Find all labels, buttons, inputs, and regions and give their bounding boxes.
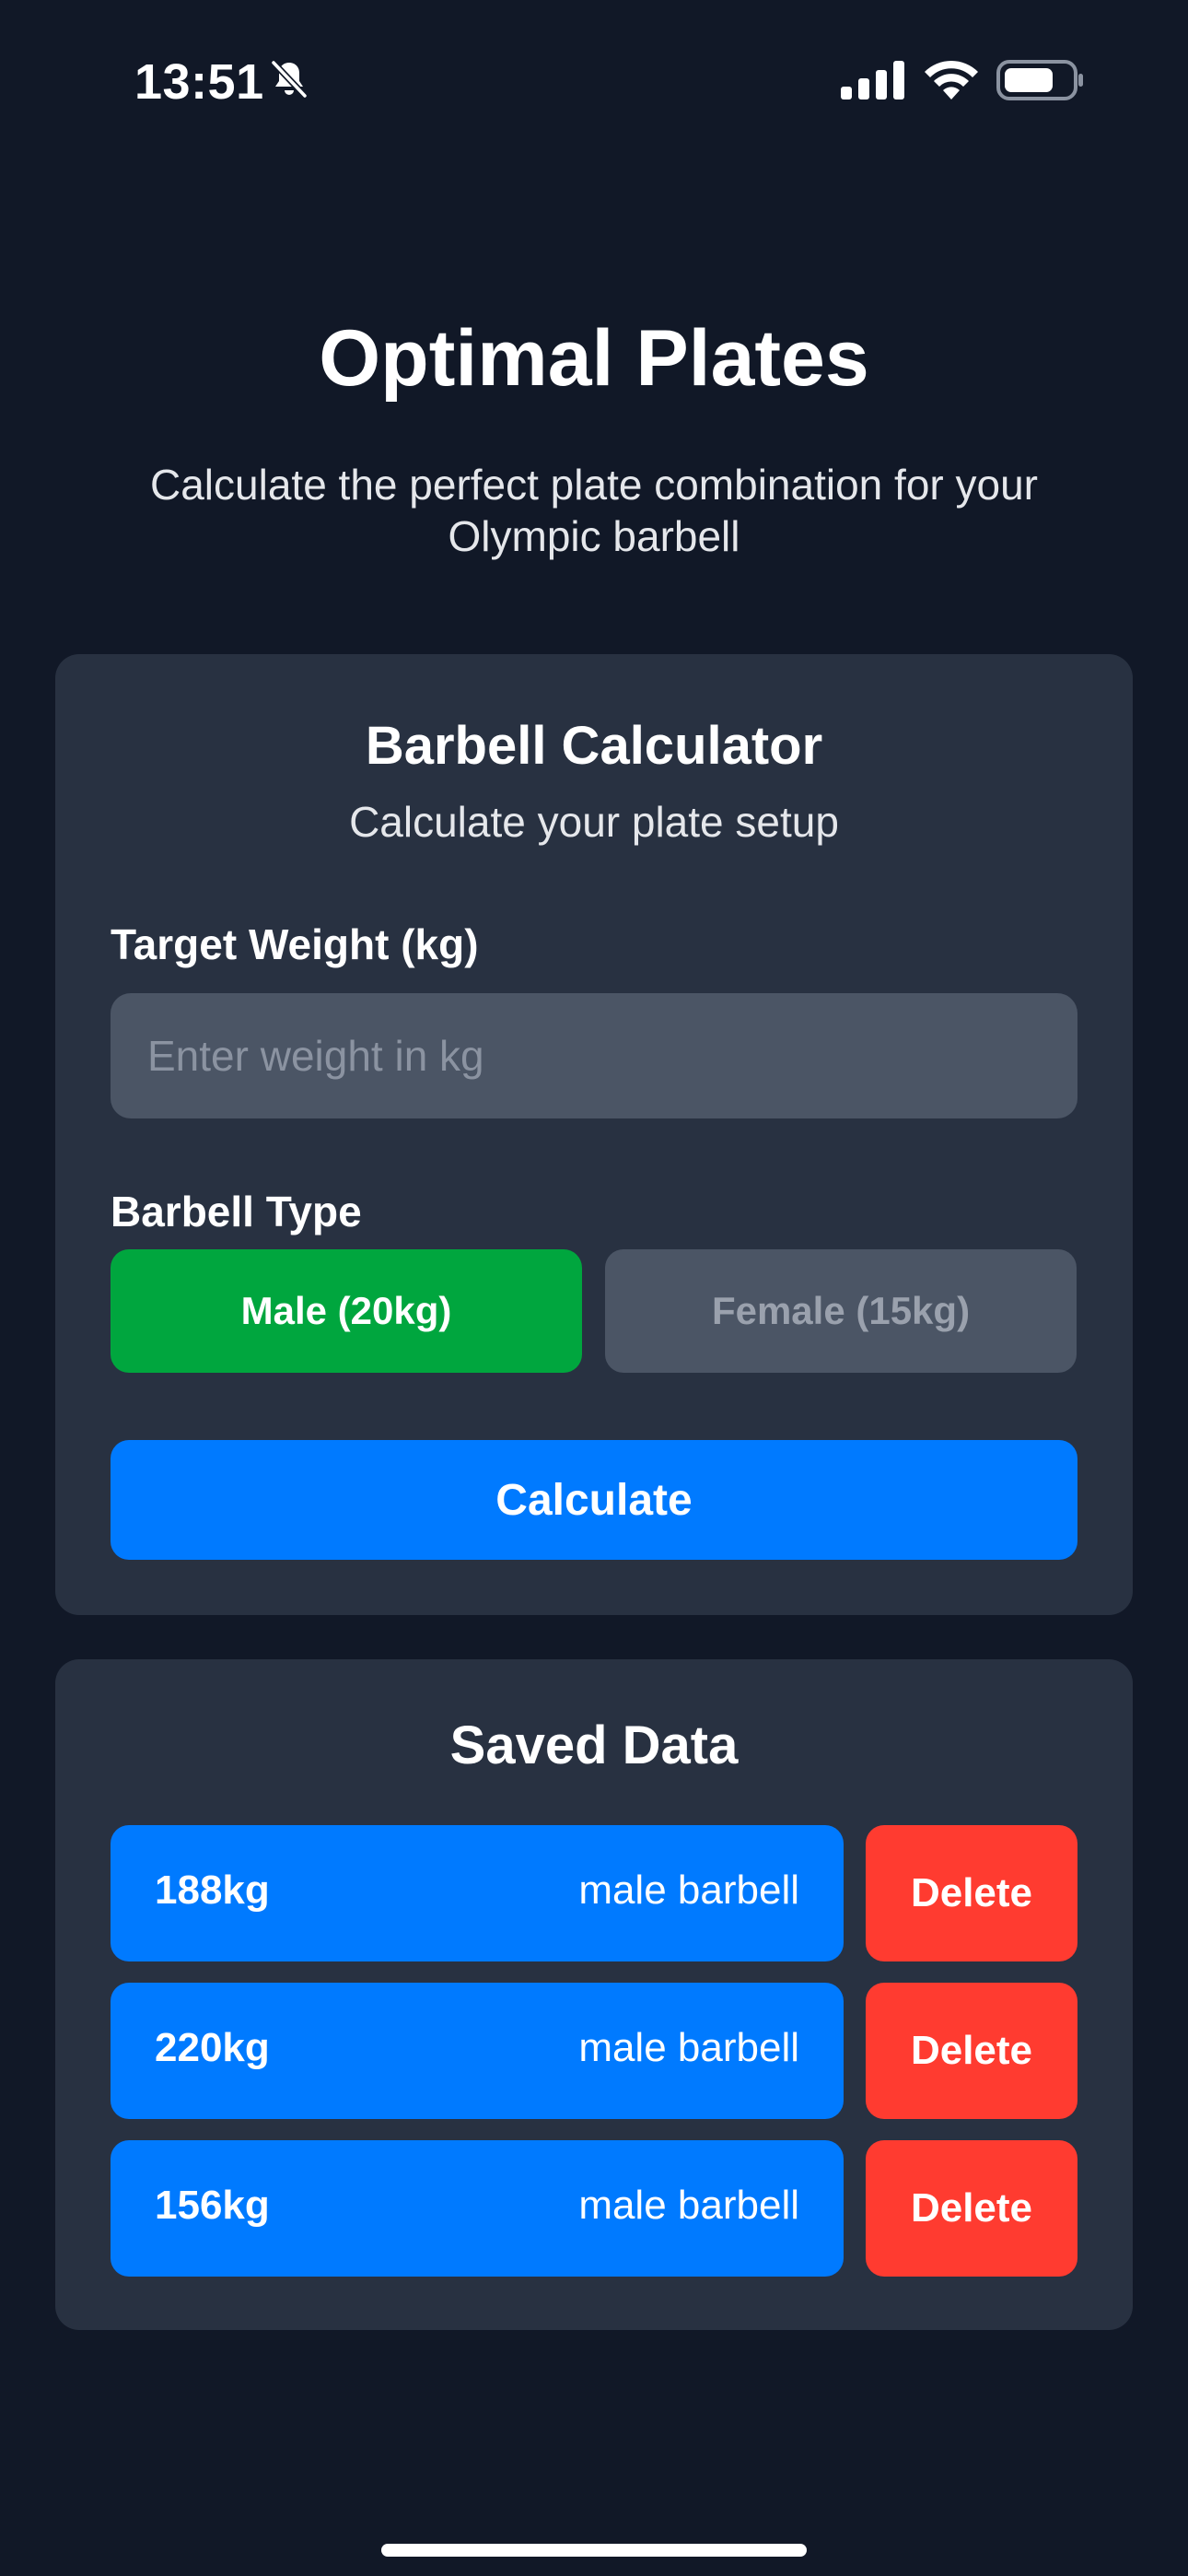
status-time: 13:51 xyxy=(134,54,264,110)
delete-button[interactable]: Delete xyxy=(866,1825,1077,1961)
saved-barbell-type: male barbell xyxy=(578,2183,799,2228)
barbell-type-label: Barbell Type xyxy=(111,1188,362,1235)
saved-data-card: Saved Data 188kg male barbell Delete 220… xyxy=(55,1659,1133,2330)
saved-row: 156kg male barbell Delete xyxy=(111,2140,1077,2277)
target-weight-input[interactable] xyxy=(111,993,1077,1118)
saved-item[interactable]: 220kg male barbell xyxy=(111,1983,844,2119)
delete-button[interactable]: Delete xyxy=(866,1983,1077,2119)
saved-data-title: Saved Data xyxy=(449,1715,739,1775)
home-indicator[interactable] xyxy=(381,2544,807,2557)
wifi-icon xyxy=(925,60,978,100)
male-barbell-option[interactable]: Male (20kg) xyxy=(111,1249,582,1373)
bell-slash-icon xyxy=(271,60,308,99)
female-barbell-option[interactable]: Female (15kg) xyxy=(605,1249,1077,1373)
saved-barbell-type: male barbell xyxy=(578,1868,799,1913)
calculate-button[interactable]: Calculate xyxy=(111,1440,1077,1560)
saved-weight: 188kg xyxy=(155,1868,270,1913)
calculator-subtitle: Calculate your plate setup xyxy=(349,798,839,846)
saved-row: 188kg male barbell Delete xyxy=(111,1825,1077,1961)
target-weight-label: Target Weight (kg) xyxy=(111,920,479,968)
saved-row: 220kg male barbell Delete xyxy=(111,1983,1077,2119)
status-bar: 13:51 xyxy=(0,0,1188,157)
cellular-signal-icon xyxy=(841,61,904,100)
battery-icon xyxy=(996,60,1083,100)
app-title: Optimal Plates xyxy=(319,314,869,403)
delete-button[interactable]: Delete xyxy=(866,2140,1077,2277)
app-subtitle: Calculate the perfect plate combination … xyxy=(150,461,1038,560)
calculator-title: Barbell Calculator xyxy=(365,716,823,776)
saved-weight: 220kg xyxy=(155,2025,270,2070)
saved-barbell-type: male barbell xyxy=(578,2025,799,2070)
saved-weight: 156kg xyxy=(155,2183,270,2228)
barbell-calculator-card: Barbell Calculator Calculate your plate … xyxy=(55,654,1133,1615)
saved-item[interactable]: 188kg male barbell xyxy=(111,1825,844,1961)
saved-item[interactable]: 156kg male barbell xyxy=(111,2140,844,2277)
